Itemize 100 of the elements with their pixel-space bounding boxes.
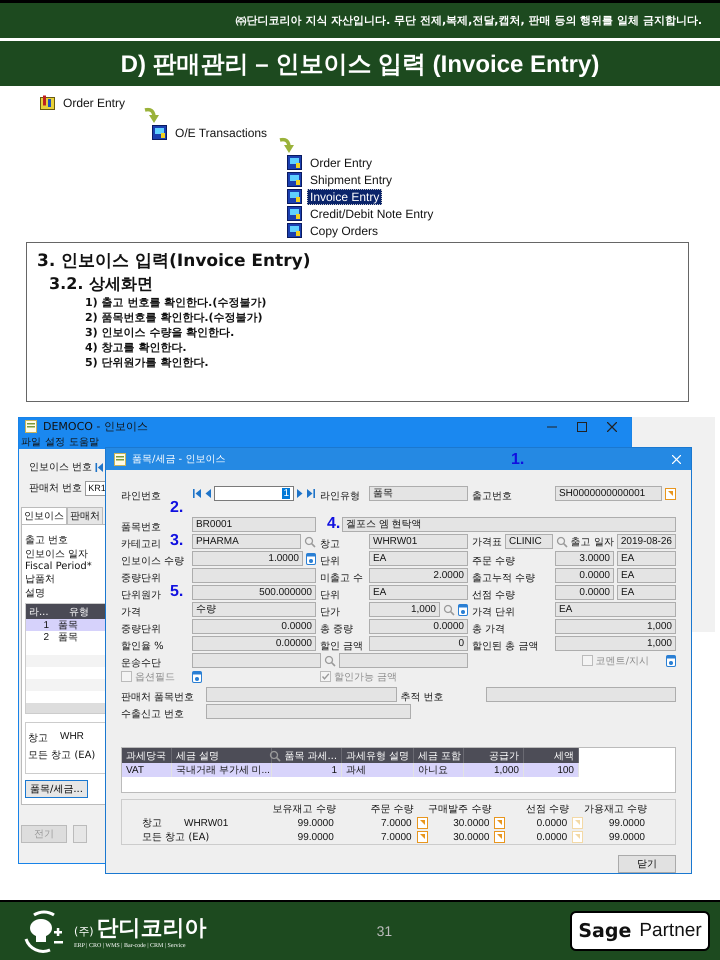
info-icon[interactable] <box>306 552 316 564</box>
table-row[interactable]: 1 품목 <box>26 619 106 631</box>
input-field[interactable]: 수량 <box>192 602 316 617</box>
quantity-value: 99.0000 <box>298 818 334 828</box>
program-icon <box>152 125 167 140</box>
input-field[interactable]: 2019-08-26 <box>616 534 676 549</box>
input-field[interactable]: 0.0000 <box>555 568 614 583</box>
quantity-value: 0.0000 <box>536 818 568 828</box>
input-field[interactable]: WHRW01 <box>369 534 468 549</box>
input-field[interactable] <box>486 687 676 702</box>
scrollbar[interactable] <box>26 703 106 713</box>
tab[interactable]: 판매처 <box>67 507 103 524</box>
document-icon[interactable] <box>416 831 428 843</box>
input-field[interactable]: 0.0000 <box>369 619 468 634</box>
first-record-icon[interactable] <box>192 488 202 499</box>
column-header: 과세당국 <box>126 750 166 762</box>
input-field[interactable]: PHARMA <box>192 534 301 549</box>
input-field[interactable]: EA <box>617 551 676 566</box>
input-field[interactable]: 1,000 <box>555 619 676 634</box>
field-label: 미출고 수 <box>320 573 364 584</box>
step-marker: 4. <box>327 516 340 531</box>
window-button[interactable] <box>73 825 87 843</box>
input-field[interactable]: EA <box>555 602 676 617</box>
search-icon[interactable] <box>304 536 316 548</box>
field-value: WHR <box>60 731 84 744</box>
field-label: 단위원가 <box>121 590 161 601</box>
quantity-value: 7.0000 <box>381 832 412 842</box>
table-cell-text: 국내거래 부가세 미... <box>176 764 270 777</box>
search-icon[interactable] <box>443 604 455 616</box>
column-header: 구매발주 수량 <box>428 803 492 816</box>
tab[interactable]: 인보이스 <box>21 507 67 524</box>
input-field[interactable]: BR0001 <box>192 517 316 532</box>
input-field[interactable]: EA <box>369 585 468 600</box>
input-field[interactable]: 3.0000 <box>555 551 614 566</box>
field-label: Fiscal Period* <box>25 561 92 572</box>
column-header: 세금 포함 <box>418 750 462 762</box>
input-field[interactable]: 2.0000 <box>369 568 468 583</box>
document-icon[interactable] <box>665 488 676 500</box>
field-label: 품목번호 <box>121 522 161 533</box>
document-icon[interactable] <box>416 817 428 829</box>
quantity-value: 0.0000 <box>536 832 568 842</box>
input-field[interactable]: EA <box>617 568 676 583</box>
menu-item[interactable]: Order Entry <box>307 154 376 170</box>
input-field[interactable]: CLINIC <box>505 534 553 549</box>
field-label: 총 가격 <box>472 624 506 635</box>
menu-item[interactable]: Credit/Debit Note Entry <box>307 206 436 222</box>
input-field[interactable]: EA <box>369 551 468 566</box>
field-label: 가격표 <box>472 536 502 548</box>
menu-item[interactable]: Invoice Entry <box>307 188 382 204</box>
input-field[interactable]: 겔포스 엠 현탁액 <box>342 517 676 532</box>
info-icon[interactable] <box>458 604 468 616</box>
input-field[interactable] <box>206 687 396 702</box>
step-text: 3) 인보이스 수량을 확인한다. <box>84 325 236 340</box>
column-header: 가용재고 수량 <box>583 803 648 816</box>
table-row[interactable]: VAT 국내거래 부가세 미... 1 과세 아니요 1,000 100 <box>122 763 579 777</box>
input-field[interactable]: 1,000 <box>369 602 440 617</box>
input-field[interactable]: 0.0000 <box>555 585 614 600</box>
menu-item[interactable]: 파일 <box>21 435 41 449</box>
column-header: 과세유형 설명 <box>346 750 410 762</box>
first-record-icon[interactable] <box>95 462 104 472</box>
input-field[interactable]: 품목 <box>369 486 468 501</box>
field-label: 가격 <box>121 607 141 618</box>
table-row[interactable]: 2 품목 <box>26 631 106 643</box>
module-icon <box>40 95 55 110</box>
checkbox-label: 할인가능 금액 <box>334 670 398 684</box>
menu-item[interactable]: Order Entry <box>60 94 128 110</box>
close-icon[interactable] <box>607 422 617 432</box>
input-field[interactable] <box>206 704 411 719</box>
document-icon[interactable] <box>494 817 506 829</box>
search-icon[interactable] <box>324 654 336 666</box>
input-field[interactable] <box>192 653 321 668</box>
search-icon[interactable] <box>269 750 282 762</box>
close-button[interactable]: 닫기 <box>618 855 676 873</box>
input-field[interactable]: 0.00000 <box>192 636 316 651</box>
field-label: 단가 <box>320 607 340 618</box>
input-field[interactable]: 0 <box>369 636 468 651</box>
info-icon[interactable] <box>666 654 676 666</box>
menu-item[interactable]: 설정 <box>45 435 65 449</box>
menu-item[interactable]: 도움말 <box>69 435 99 449</box>
input-field[interactable]: EA <box>617 585 676 600</box>
menu-item[interactable]: O/E Transactions <box>172 124 270 140</box>
input-field[interactable]: 0.0000 <box>192 619 316 634</box>
input-field[interactable]: 1,000 <box>555 636 676 651</box>
menu-item[interactable]: Copy Orders <box>307 222 382 238</box>
search-icon[interactable] <box>556 536 568 548</box>
document-icon[interactable] <box>494 831 506 843</box>
maximize-icon[interactable] <box>577 422 587 432</box>
menu-item[interactable]: Shipment Entry <box>307 172 396 188</box>
badge-label: Partner <box>639 920 702 942</box>
input-field[interactable]: 1.0000 <box>192 551 303 566</box>
quantity-value: 99.0000 <box>298 832 334 842</box>
arrow-icon <box>279 137 297 154</box>
item-tax-button[interactable]: 품목/세금... <box>25 780 88 798</box>
input-field[interactable]: 500.000000 <box>192 585 316 600</box>
last-record-icon[interactable] <box>306 488 316 499</box>
input-field[interactable]: SH0000000000001 <box>555 486 662 501</box>
input-field[interactable] <box>192 568 316 583</box>
info-icon[interactable] <box>192 670 202 682</box>
input-field[interactable]: 1 <box>214 486 294 501</box>
input-field[interactable] <box>339 653 468 668</box>
